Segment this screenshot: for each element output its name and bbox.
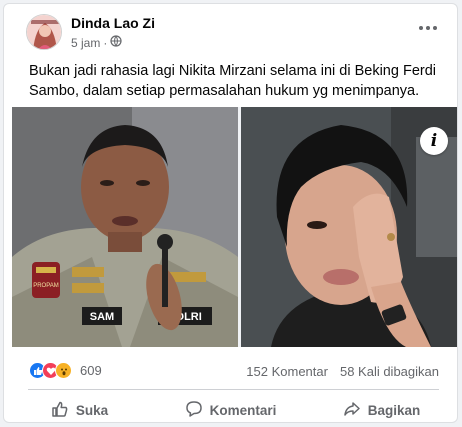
post-time[interactable]: 5 jam	[71, 36, 100, 50]
comment-button[interactable]: Komentari	[155, 394, 306, 422]
post-meta: 5 jam ·	[71, 35, 122, 50]
post-media[interactable]: PROPAM SAM POLRI i	[12, 107, 457, 347]
info-icon[interactable]: i	[420, 127, 448, 155]
author-name[interactable]: Dinda Lao Zi	[71, 15, 155, 31]
like-button[interactable]: Suka	[4, 394, 155, 422]
photo-woman[interactable]: i	[241, 107, 457, 347]
post-text: Bukan jadi rahasia lagi Nikita Mirzani s…	[29, 63, 436, 99]
reaction-count[interactable]: 609	[80, 363, 102, 378]
photo-officer[interactable]: PROPAM SAM POLRI	[12, 107, 238, 347]
like-label: Suka	[75, 402, 109, 418]
post-stats: 609 152 Komentar 58 Kali dibagikan	[4, 356, 457, 386]
globe-icon[interactable]	[110, 35, 122, 50]
comment-icon	[185, 400, 203, 421]
name-tag-text: SAM	[90, 311, 114, 323]
comment-label: Komentari	[209, 402, 277, 418]
post-header: Dinda Lao Zi 5 jam ·	[4, 4, 457, 56]
comment-count[interactable]: 152 Komentar	[246, 364, 328, 379]
author-avatar[interactable]	[26, 14, 62, 50]
more-options-icon[interactable]	[416, 18, 440, 38]
reactions-summary[interactable]: 609	[29, 362, 102, 379]
thumbs-up-icon	[51, 400, 69, 421]
post-card: Dinda Lao Zi 5 jam · Bukan jadi rahasia …	[3, 3, 458, 423]
share-icon	[343, 400, 361, 421]
wow-reaction-icon	[55, 362, 72, 379]
share-count[interactable]: 58 Kali dibagikan	[340, 364, 439, 379]
meta-separator: ·	[103, 35, 108, 50]
engagement-counts: 152 Komentar 58 Kali dibagikan	[246, 364, 439, 379]
post-actions: Suka Komentari Bagikan	[4, 394, 457, 422]
shoulder-patch-text: PROPAM	[33, 283, 59, 289]
share-label: Bagikan	[367, 402, 421, 418]
actions-divider	[28, 389, 439, 390]
share-button[interactable]: Bagikan	[306, 394, 457, 422]
